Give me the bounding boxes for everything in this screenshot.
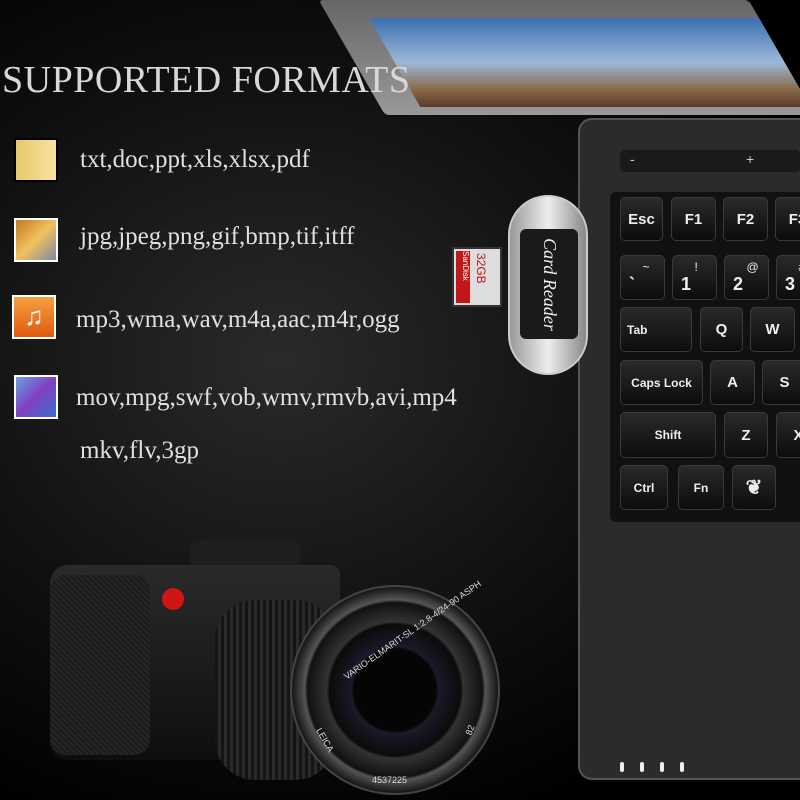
key-top-label: @ bbox=[746, 260, 759, 274]
key-f2[interactable]: F2 bbox=[723, 197, 768, 241]
sd-brand: SanDisk bbox=[456, 251, 470, 303]
key-z[interactable]: Z bbox=[724, 412, 768, 458]
key-w[interactable]: W bbox=[750, 307, 795, 352]
key-os[interactable]: ❦ bbox=[732, 465, 776, 510]
key-q[interactable]: Q bbox=[700, 307, 743, 352]
photo-camera-icon bbox=[14, 218, 58, 262]
key-a[interactable]: A bbox=[710, 360, 755, 405]
key-s[interactable]: S bbox=[762, 360, 800, 405]
key-2[interactable]: @2 bbox=[724, 255, 769, 300]
screen-display bbox=[368, 18, 800, 107]
format-audio: mp3,wma,wav,m4a,aac,m4r,ogg bbox=[76, 306, 400, 333]
format-video-continued: mkv,flv,3gp bbox=[80, 437, 199, 464]
camera-logo-dot bbox=[162, 588, 184, 610]
video-film-icon bbox=[14, 375, 58, 419]
card-reader: Card Reader bbox=[508, 195, 588, 375]
camera-grip bbox=[50, 575, 150, 755]
camera-lens bbox=[290, 585, 500, 795]
key-bottom-label: 2 bbox=[733, 274, 744, 294]
key-bottom-label: ` bbox=[629, 274, 635, 294]
key-esc[interactable]: Esc bbox=[620, 197, 663, 241]
sd-card: SanDisk 32GB bbox=[452, 247, 502, 307]
minus-label: - bbox=[630, 151, 635, 167]
key-top-label: ~ bbox=[642, 260, 650, 274]
page-title: SUPPORTED FORMATS bbox=[2, 59, 411, 101]
key-tilde[interactable]: ~ ` bbox=[620, 255, 665, 300]
key-3[interactable]: #3 bbox=[776, 255, 800, 300]
speaker-strip: - + bbox=[620, 150, 800, 172]
format-video: mov,mpg,swf,vob,wmv,rmvb,avi,mp4 bbox=[76, 384, 457, 411]
music-note-icon: ♫ bbox=[12, 295, 56, 339]
format-documents: txt,doc,ppt,xls,xlsx,pdf bbox=[80, 146, 310, 173]
key-1[interactable]: ! 1 bbox=[672, 255, 717, 300]
key-caps-lock[interactable]: Caps Lock bbox=[620, 360, 703, 405]
key-ctrl[interactable]: Ctrl bbox=[620, 465, 668, 510]
key-f3[interactable]: F3 bbox=[775, 197, 800, 241]
key-x[interactable]: X bbox=[776, 412, 800, 458]
folder-icon bbox=[14, 138, 58, 182]
card-reader-label: Card Reader bbox=[539, 237, 560, 331]
leaf-icon: ❦ bbox=[745, 477, 763, 499]
format-images: jpg,jpeg,png,gif,bmp,tif,itff bbox=[80, 223, 355, 250]
key-bottom-label: 1 bbox=[681, 274, 692, 294]
key-top-label: ! bbox=[694, 260, 698, 274]
key-fn[interactable]: Fn bbox=[678, 465, 724, 510]
lens-serial: 4537225 bbox=[372, 775, 408, 785]
sd-capacity: 32GB bbox=[474, 253, 488, 284]
key-tab[interactable]: Tab bbox=[620, 307, 692, 352]
plus-label: + bbox=[746, 151, 755, 167]
key-f1[interactable]: F1 bbox=[671, 197, 716, 241]
key-shift[interactable]: Shift bbox=[620, 412, 716, 458]
key-bottom-label: 3 bbox=[785, 274, 796, 294]
